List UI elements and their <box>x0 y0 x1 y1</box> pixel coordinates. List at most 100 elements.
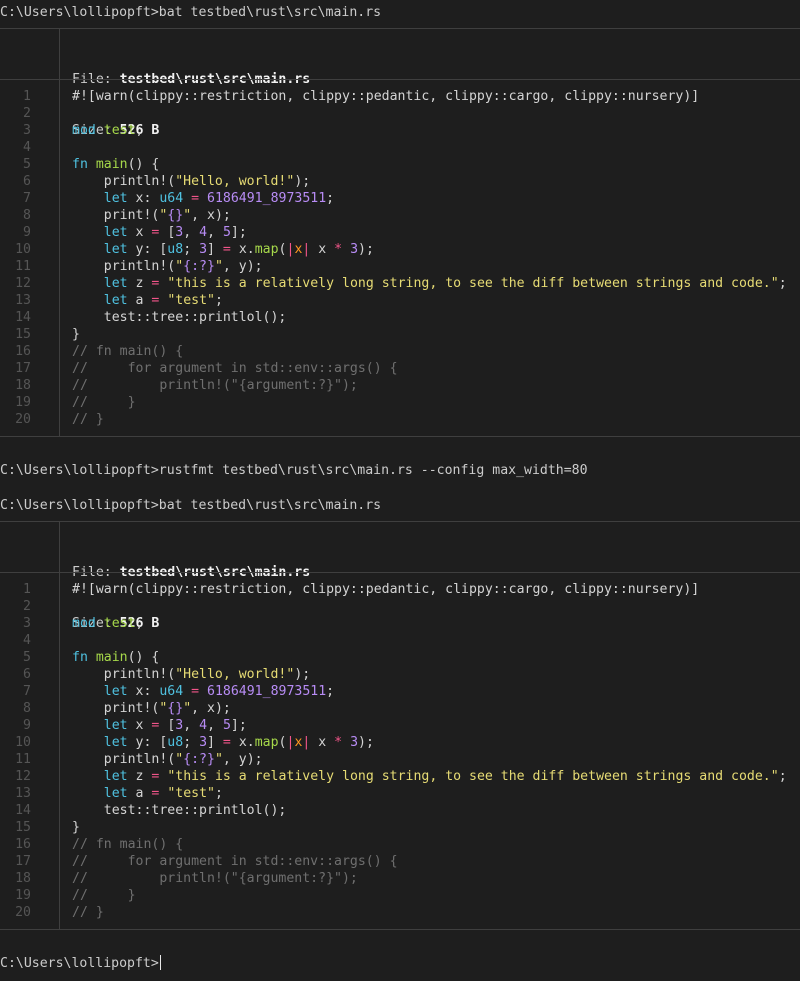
code-token: // } <box>72 888 136 903</box>
code-token: " <box>214 752 223 767</box>
code-token: x <box>127 718 152 733</box>
code-token: main <box>95 650 128 665</box>
code-token: // fn main() { <box>72 344 184 359</box>
command-prompt[interactable]: C:\Users\lollipopft> <box>0 955 161 972</box>
code-line: // fn main() { <box>72 343 787 360</box>
divider <box>0 436 800 437</box>
line-number: 1 <box>23 582 31 597</box>
code-token: } <box>72 327 80 342</box>
line-number: 2 <box>23 106 31 121</box>
line-number: 4 <box>23 140 31 155</box>
text-cursor <box>159 955 161 970</box>
line-number: 17 <box>15 854 31 869</box>
code-token: * <box>334 242 343 257</box>
code-token: {:?} <box>183 259 215 274</box>
line-number: 4 <box>23 633 31 648</box>
line-number: 16 <box>15 344 31 359</box>
code-token: z <box>127 769 152 784</box>
code-token: #![warn(clippy::restriction, clippy::ped… <box>72 89 700 104</box>
divider <box>0 521 800 522</box>
code-line: #![warn(clippy::restriction, clippy::ped… <box>72 581 787 598</box>
code-token: 4 <box>199 718 208 733</box>
code-token: ; <box>326 684 335 699</box>
line-number: 8 <box>23 701 31 716</box>
divider <box>0 929 800 930</box>
code-line: // fn main() { <box>72 836 787 853</box>
code-line: let a = "test"; <box>72 785 787 802</box>
code-token: ]; <box>230 225 247 240</box>
divider <box>0 79 800 80</box>
code-token: z <box>127 276 152 291</box>
code-token: ; <box>183 242 200 257</box>
code-token: ; <box>326 191 335 206</box>
code-token: 5 <box>222 225 231 240</box>
line-number: 16 <box>15 837 31 852</box>
code-token: [ <box>159 225 176 240</box>
code-line: fn main() { <box>72 156 787 173</box>
line-number: 12 <box>15 276 31 291</box>
code-token: let <box>103 276 128 291</box>
line-number: 20 <box>15 412 31 427</box>
code-line: let z = "this is a relatively long strin… <box>72 275 787 292</box>
code-token: "Hello, world!" <box>175 174 295 189</box>
code-line: println!("{:?}", y); <box>72 258 787 275</box>
code-token: println!( <box>72 667 176 682</box>
code-block: #![warn(clippy::restriction, clippy::ped… <box>72 581 787 921</box>
code-token: x: <box>127 191 160 206</box>
code-token: ; <box>135 616 144 631</box>
code-token: // } <box>72 395 136 410</box>
code-token: ); <box>294 174 311 189</box>
line-number: 12 <box>15 769 31 784</box>
code-token: y: [ <box>127 242 168 257</box>
code-token: let <box>103 242 128 257</box>
line-number: 7 <box>23 684 31 699</box>
code-line: fn main() { <box>72 649 787 666</box>
code-token: let <box>103 225 128 240</box>
code-line: // for argument in std::env::args() { <box>72 360 787 377</box>
prompt-text: C:\Users\lollipopft> <box>0 956 159 971</box>
code-token: , <box>183 225 200 240</box>
code-line: let x = [3, 4, 5]; <box>72 717 787 734</box>
code-token: print!( <box>72 208 160 223</box>
code-token: () { <box>127 650 160 665</box>
code-block: #![warn(clippy::restriction, clippy::ped… <box>72 88 787 428</box>
code-line: mod test; <box>72 122 787 139</box>
line-number: 10 <box>15 735 31 750</box>
code-token: ); <box>294 667 311 682</box>
code-token: ; <box>214 293 223 308</box>
code-token: // println!("{argument:?}"); <box>72 871 358 886</box>
line-number: 11 <box>15 259 31 274</box>
code-line: #![warn(clippy::restriction, clippy::ped… <box>72 88 787 105</box>
code-token: print!( <box>72 701 160 716</box>
code-line: // println!("{argument:?}"); <box>72 377 787 394</box>
code-token: map <box>254 242 279 257</box>
code-token: println!( <box>72 259 176 274</box>
code-token: , y); <box>222 752 263 767</box>
code-token: mod <box>72 616 96 631</box>
code-token: u8 <box>167 735 184 750</box>
code-line: println!("Hello, world!"); <box>72 666 787 683</box>
code-token: test <box>103 616 136 631</box>
code-token: x <box>310 242 335 257</box>
command-line-bat-2: C:\Users\lollipopft>bat testbed\rust\src… <box>0 498 382 513</box>
code-token: 3 <box>199 735 208 750</box>
code-token: "this is a relatively long string, to se… <box>167 276 779 291</box>
code-token: ; <box>183 735 200 750</box>
line-number: 6 <box>23 174 31 189</box>
code-line: let y: [u8; 3] = x.map(|x| x * 3); <box>72 241 787 258</box>
